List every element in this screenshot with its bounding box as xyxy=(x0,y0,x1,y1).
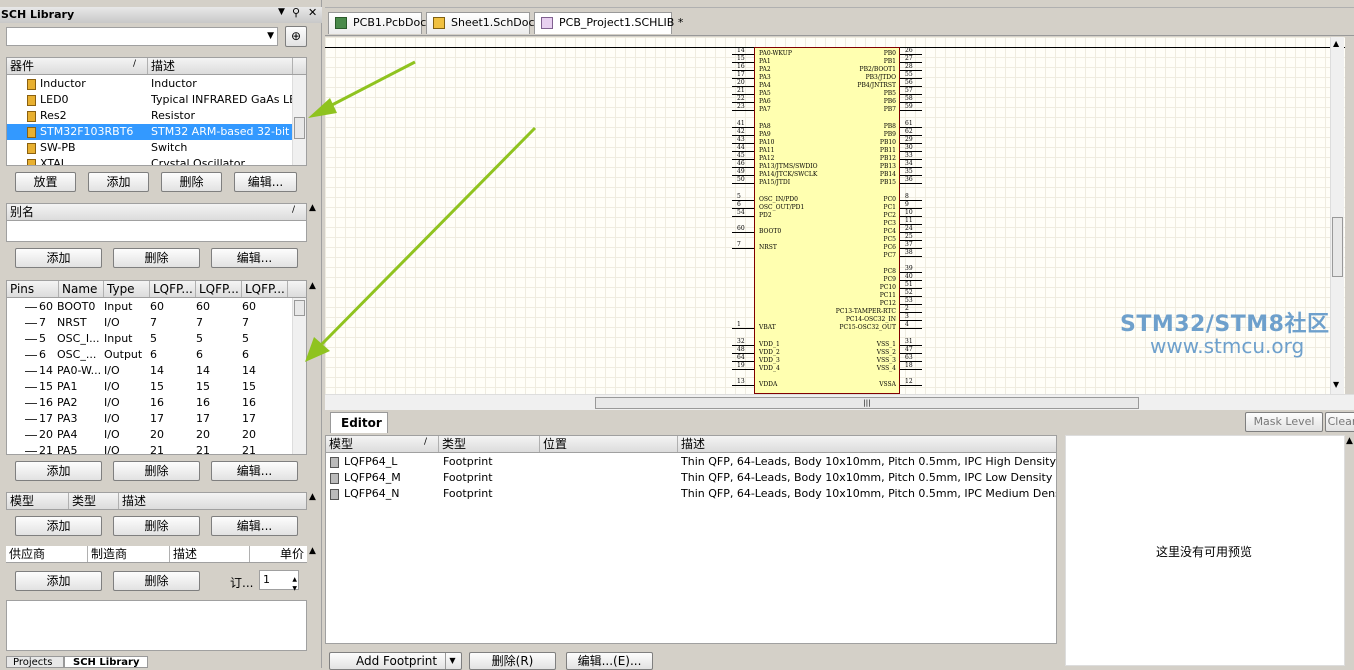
add-footprint-button[interactable]: Add Footprint ▼ xyxy=(329,652,462,670)
tab-editor[interactable]: Editor xyxy=(330,412,388,433)
footprint-name: LQFP64_L xyxy=(344,455,398,468)
collapse-up-icon[interactable]: ▲ xyxy=(1346,436,1353,446)
footprint-row[interactable]: LQFP64_L Footprint Thin QFP, 64-Leads, Bod… xyxy=(326,454,1056,470)
add-footprint-label: Add Footprint xyxy=(356,654,438,668)
footprint-row[interactable]: LQFP64_M Footprint Thin QFP, 64-Leads, Bod… xyxy=(326,470,1056,486)
dropdown-arrow-icon[interactable]: ▼ xyxy=(445,653,459,669)
footprint-type: Footprint xyxy=(443,471,493,484)
arrow-to-pins xyxy=(305,126,537,362)
sort-icon: / xyxy=(424,437,428,447)
footprint-icon xyxy=(330,457,339,468)
footprint-name: LQFP64_N xyxy=(344,487,400,500)
edit-footprint-button[interactable]: 编辑...(E)... xyxy=(566,652,653,670)
footprint-table-header: 模型 / 类型 位置 描述 xyxy=(326,436,1056,453)
editor-tabbar: Editor Mask Level Clear xyxy=(325,410,1354,435)
footprint-description: Thin QFP, 64-Leads, Body 10x10mm, Pitch … xyxy=(681,455,1056,468)
footprint-icon xyxy=(330,473,339,484)
footprint-table: 模型 / 类型 位置 描述 LQFP64_L Footprint Thin QFP,… xyxy=(325,435,1057,644)
col-fp-description[interactable]: 描述 xyxy=(678,436,1056,452)
footprint-preview: 这里没有可用预览 xyxy=(1065,435,1345,666)
mask-level-button[interactable]: Mask Level xyxy=(1245,412,1323,432)
footprint-description: Thin QFP, 64-Leads, Body 10x10mm, Pitch … xyxy=(681,471,1053,484)
col-fp-model[interactable]: 模型 xyxy=(326,436,439,452)
arrow-to-component xyxy=(308,60,416,118)
delete-footprint-button[interactable]: 删除(R) xyxy=(469,652,556,670)
clear-button[interactable]: Clear xyxy=(1325,412,1354,432)
footprint-type: Footprint xyxy=(443,487,493,500)
footprint-rows: LQFP64_L Footprint Thin QFP, 64-Leads, Bod… xyxy=(326,454,1056,514)
footprint-row[interactable]: LQFP64_N Footprint Thin QFP, 64-Leads, Bod… xyxy=(326,486,1056,502)
col-fp-type[interactable]: 类型 xyxy=(439,436,540,452)
col-fp-location[interactable]: 位置 xyxy=(540,436,678,452)
footprint-icon xyxy=(330,489,339,500)
footprint-type: Footprint xyxy=(443,455,493,468)
tab-editor-label: Editor xyxy=(341,416,382,430)
footprint-name: LQFP64_M xyxy=(344,471,401,484)
footprint-description: Thin QFP, 64-Leads, Body 10x10mm, Pitch … xyxy=(681,487,1056,500)
preview-empty-text: 这里没有可用预览 xyxy=(1156,545,1253,559)
